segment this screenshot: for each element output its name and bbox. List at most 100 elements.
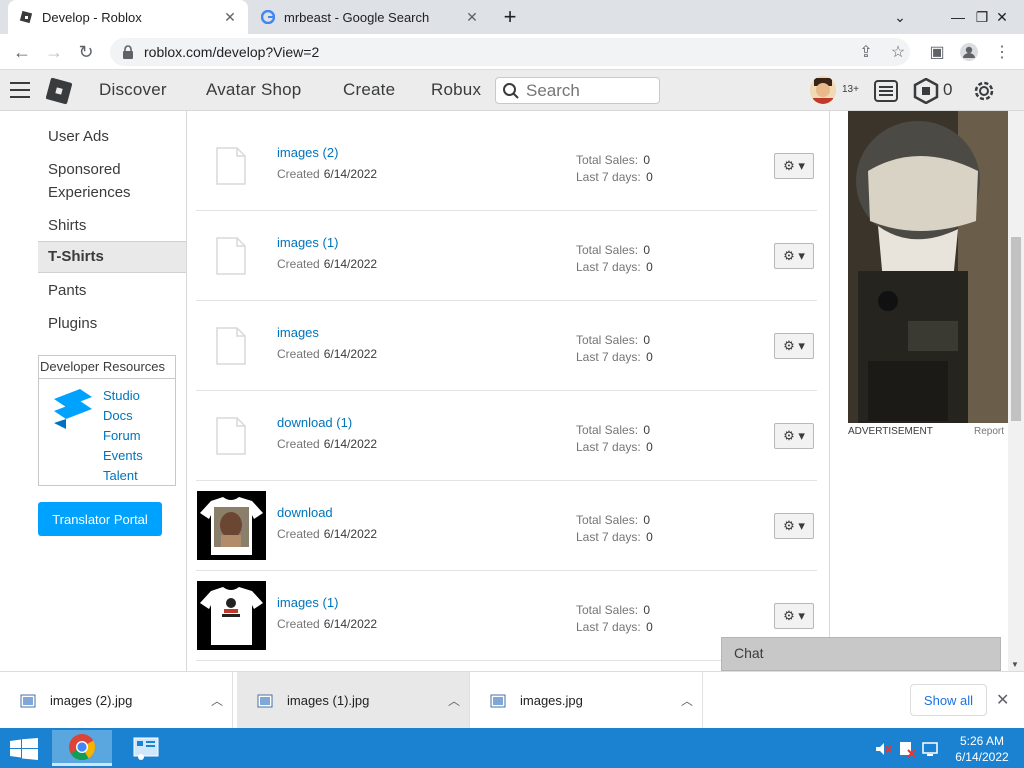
chevron-up-icon[interactable]: ︿	[439, 692, 469, 709]
tab-google-search[interactable]: mrbeast - Google Search ✕	[250, 0, 490, 34]
image-file-icon	[257, 694, 273, 707]
close-window-button[interactable]: ✕	[980, 0, 1024, 34]
caret-down-icon: ▾	[798, 248, 805, 263]
item-name-link[interactable]: images (1)	[277, 235, 338, 250]
item-settings-button[interactable]: ⚙ ▾	[774, 513, 814, 539]
action-center-alert-icon[interactable]	[898, 740, 916, 758]
chevron-up-icon[interactable]: ︿	[202, 692, 232, 709]
tab-develop-roblox[interactable]: Develop - Roblox ✕	[8, 0, 248, 34]
windows-start-icon[interactable]	[10, 738, 38, 760]
report-ad-link[interactable]: Report	[974, 426, 1004, 437]
chat-bar[interactable]: Chat	[721, 637, 1001, 671]
system-clock[interactable]: 5:26 AM 6/14/2022	[950, 733, 1014, 765]
item-settings-button[interactable]: ⚙ ▾	[774, 423, 814, 449]
profile-icon[interactable]	[957, 40, 981, 64]
item-name-link[interactable]: download	[277, 505, 333, 520]
dev-link-studio[interactable]: Studio	[103, 388, 140, 403]
developer-resources-panel: Developer Resources Studio Docs Forum Ev…	[38, 355, 176, 486]
scrollbar-thumb[interactable]	[1011, 237, 1021, 421]
nav-discover[interactable]: Discover	[99, 80, 167, 100]
scroll-down-arrow-icon[interactable]: ▼	[1011, 660, 1019, 669]
sidebar-item-sponsored[interactable]: Sponsored	[48, 158, 121, 181]
item-name-link[interactable]: images (2)	[277, 145, 338, 160]
search-box[interactable]	[495, 77, 660, 104]
search-input[interactable]	[526, 80, 646, 101]
tab-close-icon[interactable]: ✕	[222, 9, 238, 25]
chevron-up-icon[interactable]: ︿	[672, 692, 702, 709]
sidebar-item-pants[interactable]: Pants	[48, 279, 86, 302]
tab-search-chevron-icon[interactable]: ⌄	[878, 0, 922, 34]
lock-icon	[123, 45, 133, 59]
advertisement-image[interactable]	[848, 111, 1008, 423]
sidebar-item-plugins[interactable]: Plugins	[48, 312, 97, 335]
download-item[interactable]: images.jpg ︿	[470, 672, 703, 729]
dev-link-talent[interactable]: Talent	[103, 468, 138, 483]
t-shirt-list: images (2) Created 6/14/2022 Total Sales:…	[188, 111, 830, 671]
placeholder-image-icon[interactable]	[216, 327, 246, 365]
tshirt-thumbnail[interactable]	[197, 491, 266, 560]
download-filename: images (2).jpg	[50, 693, 133, 708]
placeholder-image-icon[interactable]	[216, 147, 246, 185]
roblox-studio-logo-icon	[54, 389, 92, 429]
tshirt-thumbnail[interactable]	[197, 581, 266, 650]
taskbar-chrome[interactable]	[52, 730, 112, 766]
dev-link-docs[interactable]: Docs	[103, 408, 133, 423]
show-all-downloads-button[interactable]: Show all	[910, 684, 987, 716]
speaker-muted-icon[interactable]	[874, 740, 892, 758]
restore-button[interactable]: ❐	[939, 0, 989, 34]
tab-title: Develop - Roblox	[42, 9, 142, 25]
reload-icon[interactable]: ↻	[74, 40, 98, 64]
avatar[interactable]	[810, 76, 836, 104]
item-settings-button[interactable]: ⚙ ▾	[774, 603, 814, 629]
download-filename: images.jpg	[520, 693, 583, 708]
back-arrow-icon[interactable]: ←	[10, 40, 34, 64]
dev-link-events[interactable]: Events	[103, 448, 143, 463]
forward-arrow-icon[interactable]: →	[42, 40, 66, 64]
robux-icon[interactable]	[913, 78, 939, 104]
download-item[interactable]: images (1).jpg ︿	[237, 672, 470, 729]
placeholder-image-icon[interactable]	[216, 417, 246, 455]
image-file-icon	[490, 694, 506, 707]
nav-create[interactable]: Create	[343, 80, 395, 100]
address-bar[interactable]: roblox.com/develop?View=2	[110, 38, 910, 66]
item-name-link[interactable]: download (1)	[277, 415, 352, 430]
bookmark-star-icon[interactable]: ☆	[886, 40, 910, 64]
placeholder-image-icon[interactable]	[216, 237, 246, 275]
roblox-logo-icon[interactable]	[45, 77, 73, 105]
hamburger-menu-icon[interactable]	[10, 82, 30, 98]
sidebar-item-experiences[interactable]: Experiences	[48, 181, 131, 204]
sidebar-item-t-shirts[interactable]: T-Shirts	[38, 241, 186, 273]
sidebar-item-shirts[interactable]: Shirts	[48, 214, 86, 237]
table-row: images Created 6/14/2022 Total Sales: 0 L…	[196, 301, 817, 391]
item-name-link[interactable]: images (1)	[277, 595, 338, 610]
network-icon[interactable]	[921, 740, 939, 758]
caret-down-icon: ▾	[798, 518, 805, 533]
sales-stats: Total Sales: 0 Last 7 days: 0	[576, 423, 653, 454]
close-download-shelf-icon[interactable]: ✕	[996, 690, 1009, 710]
item-settings-button[interactable]: ⚙ ▾	[774, 333, 814, 359]
settings-gear-icon[interactable]	[971, 78, 997, 104]
nav-avatar-shop[interactable]: Avatar Shop	[206, 80, 301, 100]
item-settings-button[interactable]: ⚙ ▾	[774, 243, 814, 269]
download-item[interactable]: images (2).jpg ︿	[0, 672, 233, 729]
taskbar-control-panel[interactable]	[116, 730, 176, 766]
nav-robux[interactable]: Robux	[431, 80, 481, 100]
new-tab-button[interactable]: +	[498, 4, 522, 29]
page-scrollbar[interactable]: ▼	[1008, 111, 1024, 671]
item-name-link[interactable]: images	[277, 325, 319, 340]
sidebar-item-user-ads[interactable]: User Ads	[48, 125, 109, 148]
dev-link-forum[interactable]: Forum	[103, 428, 141, 443]
item-settings-button[interactable]: ⚙ ▾	[774, 153, 814, 179]
advertisement-label: ADVERTISEMENT	[848, 426, 933, 437]
share-icon[interactable]: ⇪	[854, 40, 878, 64]
translator-portal-button[interactable]: Translator Portal	[38, 502, 162, 536]
kebab-menu-icon[interactable]: ⋮	[990, 40, 1014, 64]
robux-count: 0	[943, 80, 953, 99]
gear-icon: ⚙	[783, 338, 795, 353]
url-text: roblox.com/develop?View=2	[144, 44, 320, 60]
clock-date: 6/14/2022	[955, 750, 1009, 764]
gear-icon: ⚙	[783, 248, 795, 263]
notifications-list-icon[interactable]	[873, 78, 899, 104]
tab-close-icon[interactable]: ✕	[464, 9, 480, 25]
side-panel-icon[interactable]: ▣	[925, 40, 949, 64]
